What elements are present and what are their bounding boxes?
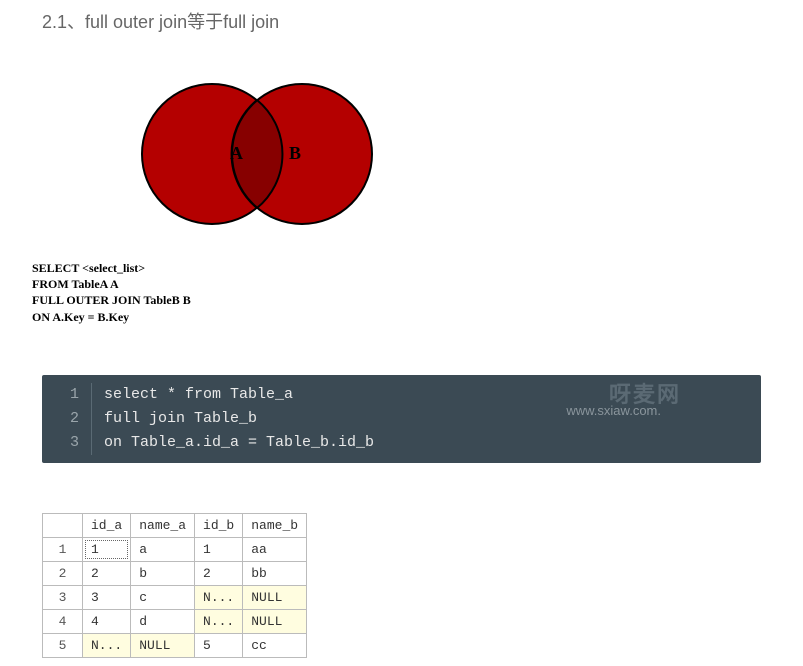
table-row: 11a1aa [43, 537, 307, 561]
code-line: 1 select * from Table_a [42, 383, 761, 407]
result-table: id_a name_a id_b name_b 11a1aa22b2bb33cN… [42, 513, 307, 658]
cell-id-b: 1 [195, 537, 243, 561]
cell-id-a: N... [83, 633, 131, 657]
cell-name-a: d [131, 609, 195, 633]
cell-id-b: N... [195, 585, 243, 609]
cell-name-a: a [131, 537, 195, 561]
cell-id-b: N... [195, 609, 243, 633]
code-content: full join Table_b [92, 407, 257, 431]
venn-diagram-block: A B SELECT <select_list> FROM TableA A F… [32, 74, 791, 325]
col-header: id_a [83, 513, 131, 537]
code-line: 2 full join Table_b [42, 407, 761, 431]
cell-name-b: cc [243, 633, 307, 657]
cell-name-a: c [131, 585, 195, 609]
sql-line: ON A.Key = B.Key [32, 309, 791, 325]
code-line: 3 on Table_a.id_a = Table_b.id_b [42, 431, 761, 455]
sql-line: FULL OUTER JOIN TableB B [32, 292, 791, 308]
col-header: id_b [195, 513, 243, 537]
venn-label-b: B [289, 143, 301, 163]
line-number: 2 [42, 407, 92, 431]
cell-name-b: aa [243, 537, 307, 561]
cell-id-b: 2 [195, 561, 243, 585]
table-header-row: id_a name_a id_b name_b [43, 513, 307, 537]
table-row: 5N...NULL5cc [43, 633, 307, 657]
code-block: 呀麦网 www.sxiaw.com. 1 select * from Table… [42, 375, 761, 463]
table-corner [43, 513, 83, 537]
section-heading: 2.1、full outer join等于full join [42, 8, 791, 34]
row-number: 4 [43, 609, 83, 633]
cell-id-a: 1 [83, 537, 131, 561]
table-row: 33cN...NULL [43, 585, 307, 609]
cell-name-b: NULL [243, 585, 307, 609]
row-number: 2 [43, 561, 83, 585]
code-content: on Table_a.id_a = Table_b.id_b [92, 431, 374, 455]
cell-id-a: 4 [83, 609, 131, 633]
row-number: 1 [43, 537, 83, 561]
cell-id-b: 5 [195, 633, 243, 657]
venn-label-a: A [230, 143, 243, 163]
cell-id-a: 2 [83, 561, 131, 585]
line-number: 3 [42, 431, 92, 455]
venn-diagram: A B [32, 74, 412, 264]
cell-name-b: NULL [243, 609, 307, 633]
line-number: 1 [42, 383, 92, 407]
table-row: 44dN...NULL [43, 609, 307, 633]
row-number: 3 [43, 585, 83, 609]
row-number: 5 [43, 633, 83, 657]
table-row: 22b2bb [43, 561, 307, 585]
cell-name-a: b [131, 561, 195, 585]
cell-id-a: 3 [83, 585, 131, 609]
sql-line: FROM TableA A [32, 276, 791, 292]
code-content: select * from Table_a [92, 383, 293, 407]
cell-name-b: bb [243, 561, 307, 585]
col-header: name_a [131, 513, 195, 537]
cell-name-a: NULL [131, 633, 195, 657]
col-header: name_b [243, 513, 307, 537]
sql-line: SELECT <select_list> [32, 260, 791, 276]
venn-sql-text: SELECT <select_list> FROM TableA A FULL … [32, 260, 791, 325]
